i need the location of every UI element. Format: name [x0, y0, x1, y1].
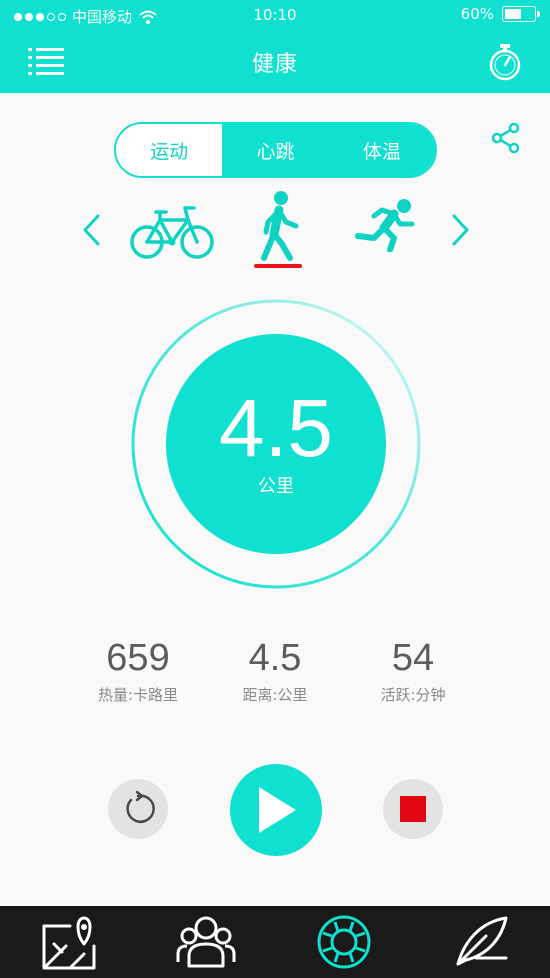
top-header: 中国移动 10:10 60% 健康	[0, 0, 550, 93]
bottom-tab-bar	[0, 906, 550, 978]
stop-icon	[400, 796, 426, 822]
battery-fill	[505, 9, 521, 19]
selected-mode-indicator	[254, 264, 302, 268]
chevron-right-icon[interactable]	[448, 212, 472, 248]
distance-display: 4.5 公里	[166, 334, 386, 554]
tab-exercise[interactable]: 运动	[116, 124, 223, 176]
share-icon[interactable]	[490, 122, 522, 154]
stop-button[interactable]	[383, 779, 443, 839]
chevron-left-icon[interactable]	[80, 212, 104, 248]
stat-active: 54 活跃:分钟	[328, 636, 498, 705]
play-button[interactable]	[230, 764, 322, 856]
stat-active-value: 54	[391, 637, 435, 679]
running-icon[interactable]	[352, 198, 418, 252]
reset-icon	[126, 791, 155, 823]
lifebuoy-icon[interactable]	[313, 914, 375, 970]
metric-segmented-control: 运动 心跳 体温	[114, 122, 437, 178]
distance-unit: 公里	[258, 476, 294, 497]
feather-icon[interactable]	[450, 914, 512, 970]
stat-active-label: 活跃:分钟	[380, 686, 446, 704]
tab-heartbeat[interactable]: 心跳	[222, 124, 329, 176]
group-icon[interactable]	[175, 914, 237, 970]
status-right: 60%	[460, 5, 540, 23]
play-icon	[259, 787, 296, 833]
reset-button[interactable]	[108, 779, 168, 839]
battery-icon	[502, 6, 540, 22]
battery-percent: 60%	[460, 5, 494, 23]
distance-value: 4.5	[219, 383, 333, 474]
bicycle-icon[interactable]	[130, 204, 214, 260]
walking-icon[interactable]	[252, 190, 304, 262]
map-icon[interactable]	[40, 914, 102, 970]
tab-temperature[interactable]: 体温	[328, 124, 435, 176]
status-bar: 中国移动 10:10 60%	[0, 0, 550, 32]
stopwatch-icon[interactable]	[486, 42, 524, 82]
page-title: 健康	[251, 52, 298, 77]
